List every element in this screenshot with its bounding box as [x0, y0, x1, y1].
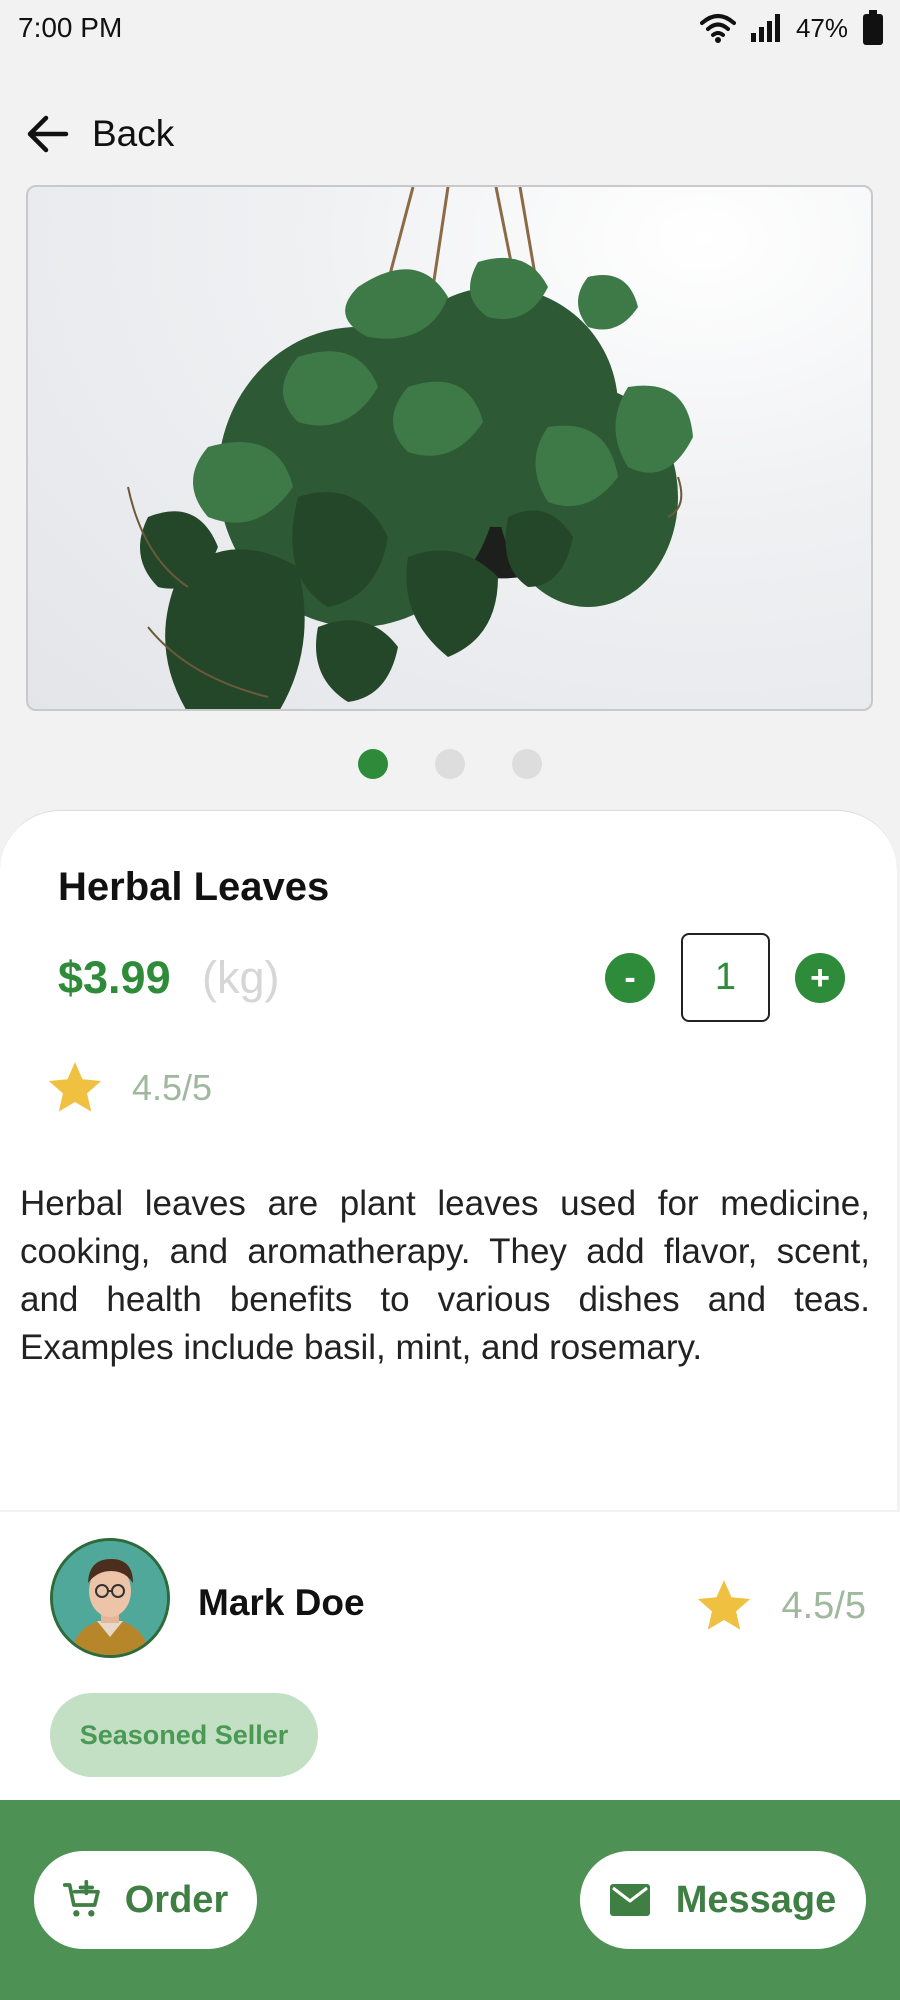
page-dot-2[interactable]	[435, 749, 465, 779]
product-rating: 4.5/5	[46, 1060, 212, 1116]
star-icon	[48, 1062, 102, 1112]
status-time: 7:00 PM	[18, 12, 123, 43]
product-rating-value: 4.5/5	[132, 1067, 213, 1108]
message-label: Message	[675, 1878, 837, 1921]
status-icons: 47%	[699, 10, 884, 46]
decrease-quantity-button[interactable]: -	[605, 953, 655, 1003]
cart-add-icon	[62, 1880, 100, 1917]
seller-avatar[interactable]	[50, 1538, 170, 1658]
order-button[interactable]: Order	[34, 1851, 257, 1949]
seller-portrait	[53, 1541, 167, 1655]
increase-quantity-button[interactable]: +	[795, 953, 845, 1003]
hanging-plant-illustration	[127, 187, 693, 709]
seller-badge: Seasoned Seller	[50, 1693, 318, 1777]
page-dot-1[interactable]	[358, 749, 388, 779]
seller-rating-value: 4.5/5	[781, 1584, 866, 1627]
seller-rating: 4.5/5	[695, 1578, 866, 1634]
wifi-icon	[699, 14, 736, 43]
quantity-field[interactable]: 1	[681, 933, 770, 1022]
order-label: Order	[124, 1878, 229, 1921]
gallery-pagination	[0, 749, 900, 779]
product-price: $3.99	[58, 952, 171, 1003]
product-description: Herbal leaves are plant leaves used for …	[20, 1184, 870, 1367]
product-title: Herbal Leaves	[58, 865, 330, 909]
seller-name: Mark Doe	[198, 1582, 365, 1623]
back-label: Back	[92, 113, 175, 154]
product-unit: (kg)	[202, 952, 280, 1003]
status-bar: 7:00 PM 47%	[0, 0, 900, 58]
back-button[interactable]: Back	[26, 106, 174, 162]
star-icon	[698, 1580, 751, 1630]
page-dot-3[interactable]	[512, 749, 542, 779]
product-image[interactable]	[26, 185, 873, 711]
battery-percent: 47%	[795, 12, 848, 43]
signal-icon	[750, 14, 780, 42]
arrow-left-icon	[27, 115, 69, 153]
message-button[interactable]: Message	[580, 1851, 866, 1949]
mail-icon	[609, 1884, 650, 1916]
product-details-card	[0, 810, 897, 1510]
battery-icon	[863, 10, 883, 45]
